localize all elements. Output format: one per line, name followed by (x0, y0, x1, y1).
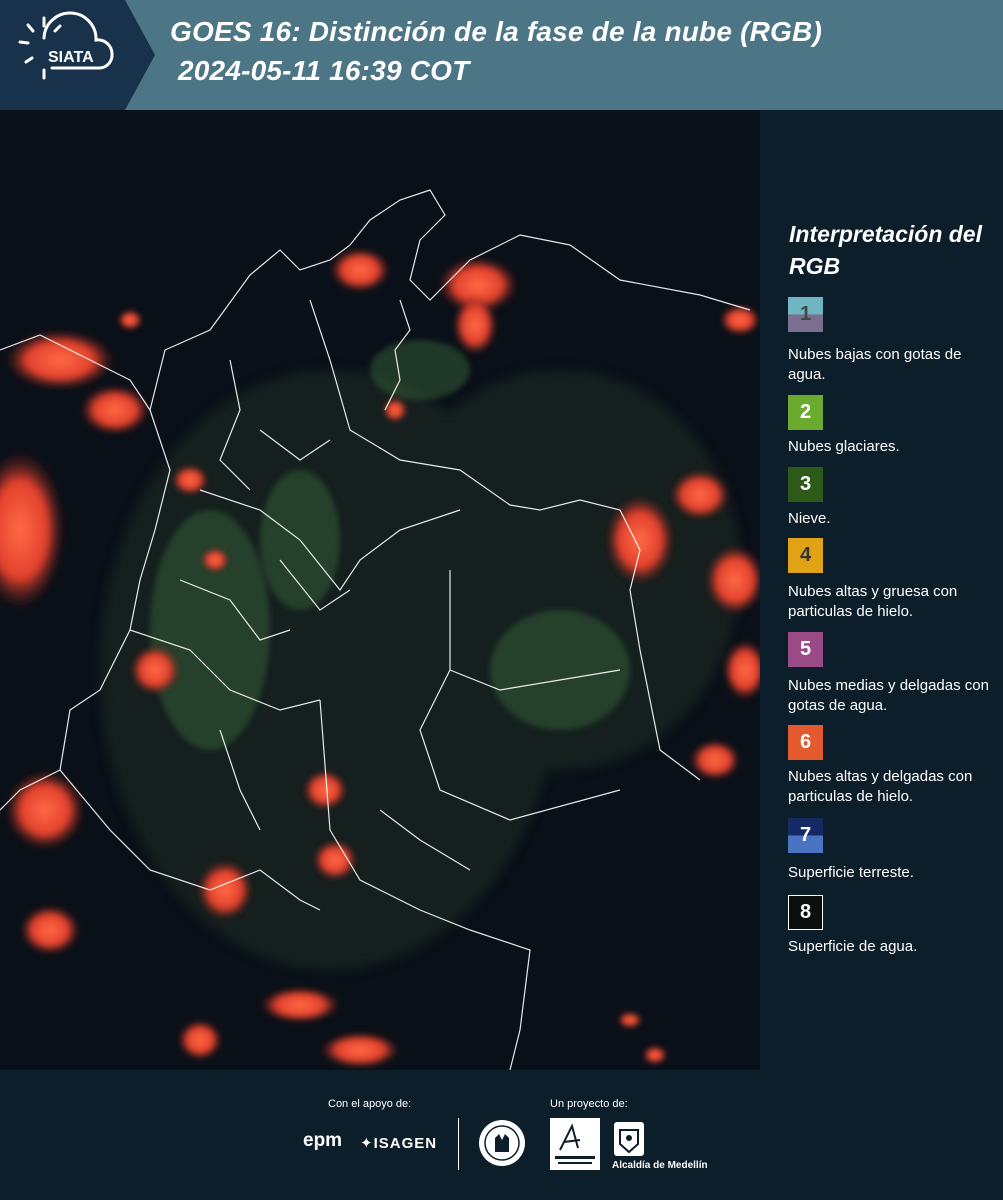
legend-swatch-1: 1 (788, 297, 823, 332)
isagen-logo-text: ISAGEN (373, 1135, 438, 1152)
legend-label-7: Superficie terreste. (788, 864, 914, 881)
timestamp: 2024-05-11 16:39 COT (178, 55, 470, 86)
legend-swatch-5: 5 (788, 632, 823, 667)
epm-logo: epm (303, 1130, 343, 1151)
university-seal-icon (479, 1120, 525, 1166)
legend-label-8: Superficie de agua. (788, 938, 918, 955)
isagen-logo-icon: ✦ (360, 1135, 374, 1152)
siata-logo-text: SIATA (48, 49, 94, 66)
legend-swatch-3: 3 (788, 467, 823, 502)
legend-swatch-7: 7 (788, 818, 823, 853)
satellite-map (0, 110, 760, 1070)
rgb-satellite-image (0, 110, 760, 1070)
legend-panel: Interpretación del RGB 1 Nubes bajas con… (760, 110, 1003, 1070)
legend-label-2: Nubes glaciares. (788, 438, 900, 455)
legend-label-6: Nubes altas y delgadas con particulas de… (788, 768, 973, 805)
legend-swatch-8: 8 (788, 895, 823, 930)
alcaldia-shield-icon (614, 1122, 644, 1156)
legend-swatch-4: 4 (788, 538, 823, 573)
siata-logo: SIATA (0, 0, 160, 110)
project-caption: Un proyecto de: (550, 1098, 628, 1110)
legend-label-4: Nubes altas y gruesa con particulas de h… (788, 583, 958, 620)
footer: Con el apoyo de: Un proyecto de: epm ✦IS… (0, 1070, 1003, 1200)
legend-title: Interpretación del RGB (789, 221, 982, 279)
legend-label-5: Nubes medias y delgadas con gotas de agu… (788, 677, 989, 714)
legend-swatch-2: 2 (788, 395, 823, 430)
page-title: GOES 16: Distinción de la fase de la nub… (170, 16, 822, 47)
legend-label-1: Nubes bajas con gotas de agua. (788, 346, 962, 383)
footer-divider (458, 1118, 459, 1170)
support-caption: Con el apoyo de: (328, 1098, 412, 1110)
legend-swatch-6: 6 (788, 725, 823, 760)
header-bar: SIATA GOES 16: Distinción de la fase de … (0, 0, 1003, 110)
alcaldia-label: Alcaldía de Medellín (612, 1160, 708, 1171)
area-metropolitana-logo (550, 1118, 600, 1170)
legend-label-3: Nieve. (788, 510, 831, 527)
isagen-logo: ✦ISAGEN (360, 1134, 437, 1152)
